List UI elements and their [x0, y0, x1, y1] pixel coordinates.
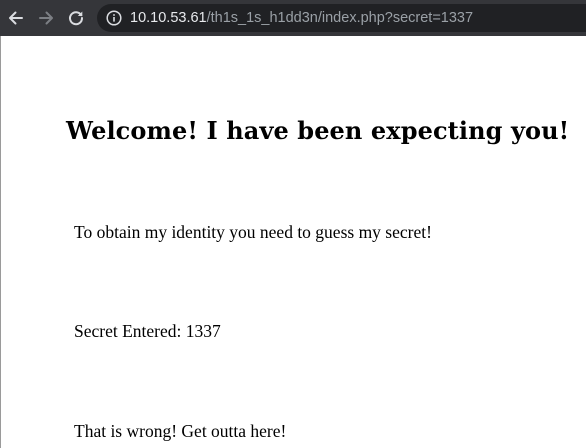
url-host: 10.10.53.61 [130, 10, 207, 26]
page-content: Welcome! I have been expecting you! To o… [0, 36, 586, 448]
result-message: That is wrong! Get outta here! [74, 421, 287, 441]
browser-toolbar: 10.10.53.61/th1s_1s_h1dd3n/index.php?sec… [0, 0, 586, 36]
reload-button[interactable] [64, 6, 88, 30]
info-icon[interactable] [105, 9, 123, 27]
page-title: Welcome! I have been expecting you! [66, 116, 570, 145]
instructions-text: To obtain my identity you need to guess … [74, 222, 432, 242]
arrow-right-icon [39, 11, 53, 25]
reload-icon [69, 11, 84, 26]
secret-entered-text: Secret Entered: 1337 [74, 321, 221, 341]
url-path: /th1s_1s_h1dd3n/index.php?secret=1337 [206, 10, 474, 26]
back-button[interactable] [4, 6, 28, 30]
forward-button[interactable] [34, 6, 58, 30]
arrow-left-icon [9, 11, 23, 25]
address-bar[interactable]: 10.10.53.61/th1s_1s_h1dd3n/index.php?sec… [97, 4, 586, 32]
